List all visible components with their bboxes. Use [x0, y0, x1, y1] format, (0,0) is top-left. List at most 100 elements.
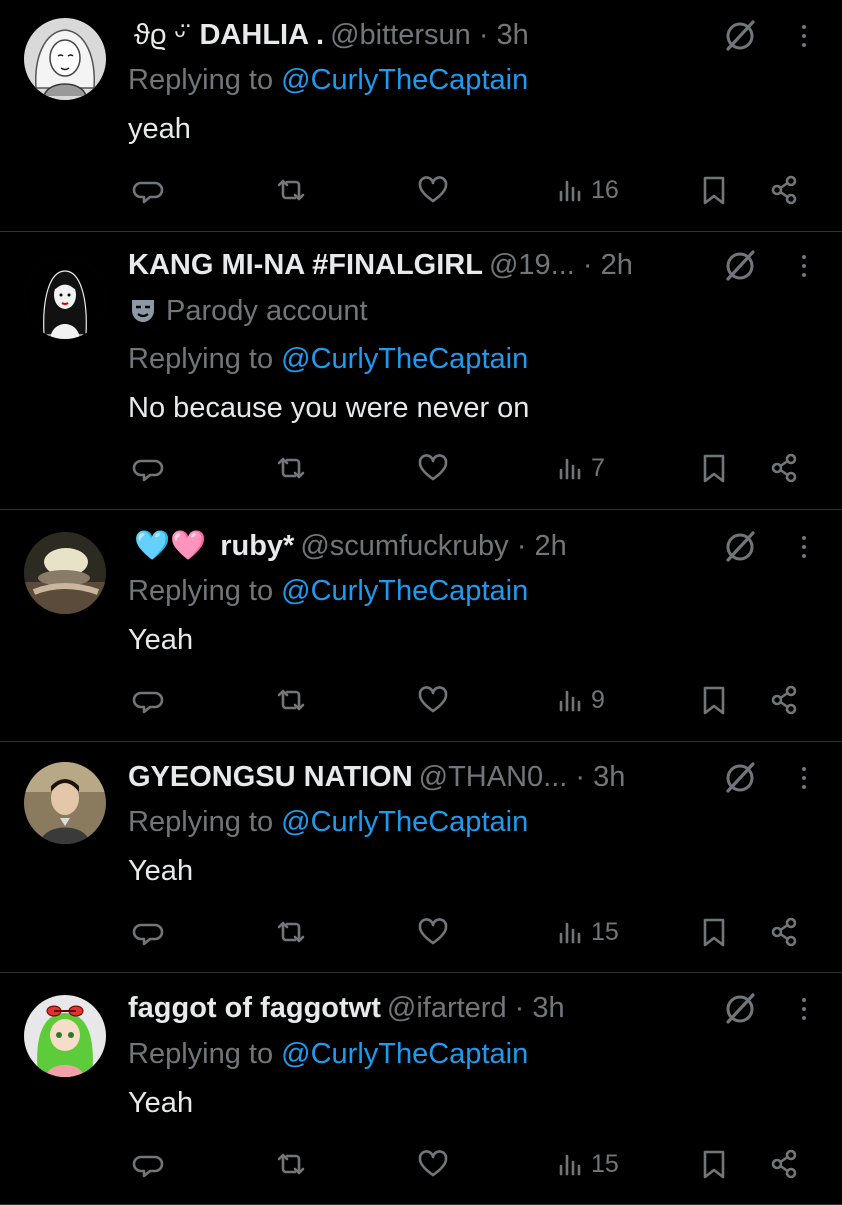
reply-tweet[interactable]: 🩵🩷 ruby* @scumfuckruby · 2h Replying to @C… — [0, 510, 842, 742]
share-icon — [771, 453, 797, 483]
display-name[interactable]: DAHLIA . — [199, 19, 324, 51]
retweet-icon — [277, 689, 305, 711]
views-button[interactable]: 7 — [555, 448, 605, 488]
views-button[interactable]: 9 — [555, 680, 605, 720]
handle[interactable]: @19... — [489, 249, 575, 281]
views-button[interactable]: 15 — [555, 1144, 619, 1184]
mention-link[interactable]: @CurlyTheCaptain — [281, 64, 528, 96]
reply-button[interactable] — [132, 1144, 166, 1184]
share-icon — [771, 685, 797, 715]
grok-icon — [726, 762, 755, 793]
like-button[interactable] — [416, 1144, 450, 1184]
replying-to: Replying to @CurlyTheCaptain — [128, 802, 528, 842]
share-button[interactable] — [767, 1144, 801, 1184]
handle[interactable]: @ifarterd — [387, 992, 507, 1024]
reply-tweet[interactable]: KANG MI-NA #FINALGIRL @19... · 2h Parody … — [0, 232, 842, 510]
grok-icon — [726, 250, 755, 281]
bookmark-button[interactable] — [697, 1144, 731, 1184]
more-options-button[interactable] — [794, 758, 814, 798]
grok-icon — [726, 531, 755, 562]
bookmark-button[interactable] — [697, 448, 731, 488]
retweet-button[interactable] — [274, 680, 308, 720]
reply-tweet[interactable]: GYEONGSU NATION @THAN0... · 3h Replying t… — [0, 742, 842, 973]
like-button[interactable] — [416, 680, 450, 720]
display-name[interactable]: ruby* — [220, 530, 294, 562]
mention-link[interactable]: @CurlyTheCaptain — [281, 575, 528, 607]
mention-link[interactable]: @CurlyTheCaptain — [281, 343, 528, 375]
reply-icon — [132, 923, 164, 946]
bookmark-icon — [703, 918, 725, 947]
handle[interactable]: @bittersun — [330, 19, 471, 51]
reply-button[interactable] — [132, 448, 166, 488]
reply-button[interactable] — [132, 912, 166, 952]
retweet-button[interactable] — [274, 1144, 308, 1184]
bookmark-icon — [703, 454, 725, 483]
timestamp[interactable]: 3h — [497, 19, 529, 51]
tweet-text: yeah — [128, 113, 191, 145]
views-button[interactable]: 16 — [555, 170, 619, 210]
reply-button[interactable] — [132, 680, 166, 720]
share-button[interactable] — [767, 448, 801, 488]
tweet-text: Yeah — [128, 624, 194, 656]
parody-text: Parody account — [166, 295, 368, 327]
timestamp[interactable]: 2h — [601, 249, 633, 281]
mention-link[interactable]: @CurlyTheCaptain — [281, 806, 528, 838]
reply-icon — [132, 181, 164, 204]
bookmark-button[interactable] — [697, 912, 731, 952]
share-button[interactable] — [767, 170, 801, 210]
avatar[interactable] — [24, 18, 106, 100]
timestamp[interactable]: 2h — [534, 530, 566, 562]
display-name[interactable]: GYEONGSU NATION — [128, 761, 413, 793]
action-bar: 15 — [0, 912, 842, 952]
like-button[interactable] — [416, 170, 450, 210]
bookmark-button[interactable] — [697, 170, 731, 210]
timestamp[interactable]: 3h — [593, 761, 625, 793]
more-options-button[interactable] — [794, 246, 814, 286]
avatar[interactable] — [24, 532, 106, 614]
separator: · — [478, 19, 489, 51]
display-name[interactable]: KANG MI-NA #FINALGIRL — [128, 249, 483, 281]
retweet-button[interactable] — [274, 170, 308, 210]
replying-to: Replying to @CurlyTheCaptain — [128, 339, 528, 379]
more-options-button[interactable] — [794, 527, 814, 567]
reply-tweet[interactable]: ϑϱ ᵕ̈ DAHLIA . @bittersun · 3h Replying to… — [0, 0, 842, 232]
grok-button[interactable] — [720, 988, 760, 1028]
display-name[interactable]: faggot of faggotwt — [128, 992, 381, 1024]
bookmark-button[interactable] — [697, 680, 731, 720]
retweet-icon — [277, 921, 305, 943]
grok-button[interactable] — [720, 245, 760, 285]
avatar[interactable] — [24, 995, 106, 1077]
heart-icon — [418, 176, 448, 203]
mention-link[interactable]: @CurlyTheCaptain — [281, 1038, 528, 1070]
timestamp[interactable]: 3h — [532, 992, 564, 1024]
views-count: 15 — [591, 1149, 619, 1178]
share-icon — [771, 917, 797, 947]
like-button[interactable] — [416, 912, 450, 952]
bookmark-icon — [703, 176, 725, 205]
share-button[interactable] — [767, 912, 801, 952]
replying-label: Replying to — [128, 64, 274, 96]
reply-button[interactable] — [132, 170, 166, 210]
views-chart-icon — [559, 458, 581, 480]
views-button[interactable]: 15 — [555, 912, 619, 952]
views-count: 9 — [591, 685, 605, 714]
share-button[interactable] — [767, 680, 801, 720]
tweet-text: Yeah — [128, 1087, 194, 1119]
grok-button[interactable] — [720, 526, 760, 566]
grok-button[interactable] — [720, 757, 760, 797]
retweet-icon — [277, 1153, 305, 1175]
more-options-button[interactable] — [794, 989, 814, 1029]
avatar[interactable] — [24, 257, 106, 339]
handle[interactable]: @THAN0... — [419, 761, 568, 793]
retweet-button[interactable] — [274, 448, 308, 488]
retweet-button[interactable] — [274, 912, 308, 952]
views-chart-icon — [559, 922, 581, 944]
avatar-image — [24, 995, 106, 1077]
grok-button[interactable] — [720, 15, 760, 55]
avatar[interactable] — [24, 762, 106, 844]
handle[interactable]: @scumfuckruby — [300, 530, 508, 562]
more-options-button[interactable] — [794, 16, 814, 56]
reply-icon — [132, 1155, 164, 1178]
like-button[interactable] — [416, 448, 450, 488]
reply-tweet[interactable]: faggot of faggotwt @ifarterd · 3h Replyin… — [0, 973, 842, 1205]
